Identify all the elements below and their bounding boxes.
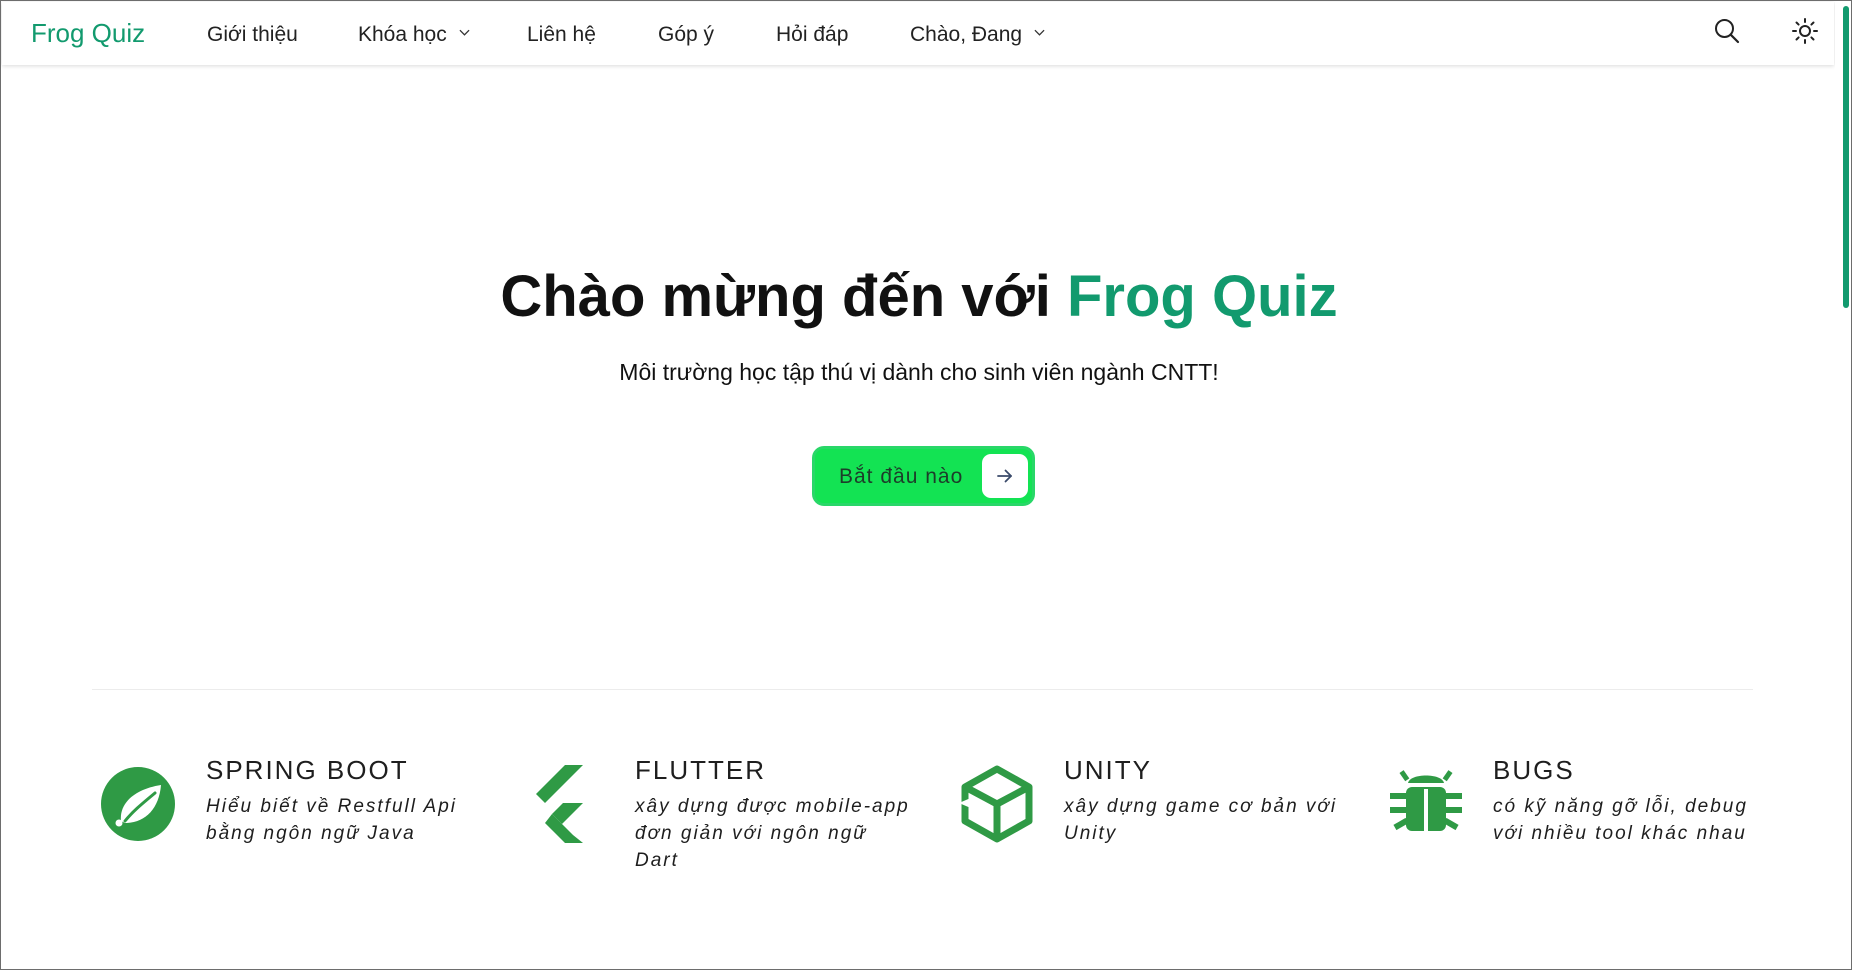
spring-leaf-icon <box>101 767 175 841</box>
nav-item-label: Chào, Đang <box>910 23 1023 46</box>
brand-logo-link[interactable]: Frog Quiz <box>31 18 145 49</box>
feature-title: SPRING BOOT <box>206 755 409 785</box>
nav-item-khoa-hoc[interactable]: Khóa học <box>358 23 470 47</box>
nav-item-gioi-thieu[interactable]: Giới thiệu <box>207 23 298 47</box>
hero-subtitle: Môi trường học tập thú vị dành cho sinh … <box>619 359 1219 385</box>
sun-icon[interactable] <box>1790 16 1820 46</box>
top-navbar: Frog Quiz Giới thiệu Khóa học Liên hệ Gó… <box>2 2 1834 65</box>
hero-title: Chào mừng đến với Frog Quiz <box>1 263 1837 330</box>
feature-title: UNITY <box>1064 755 1152 785</box>
feature-description: xây dựng được mobile-app đơn giản với ng… <box>635 796 910 871</box>
nav-item-lien-he[interactable]: Liên hệ <box>527 23 596 47</box>
browser-viewport: Frog Quiz Giới thiệu Khóa học Liên hệ Gó… <box>0 0 1852 970</box>
feature-title: FLUTTER <box>635 755 766 785</box>
scrollbar-thumb[interactable] <box>1843 6 1849 308</box>
chevron-down-icon <box>459 29 470 36</box>
nav-item-user-menu[interactable]: Chào, Đang <box>910 23 1045 47</box>
search-icon[interactable] <box>1712 16 1742 46</box>
nav-item-label: Góp ý <box>658 23 715 46</box>
section-divider <box>92 689 1753 690</box>
page-scrollbar[interactable] <box>1835 2 1851 969</box>
hero-title-accent: Frog Quiz <box>1066 264 1338 329</box>
hero-title-prefix: Chào mừng đến với <box>500 264 1067 329</box>
start-button-label: Bắt đầu nào <box>839 465 964 488</box>
feature-description: Hiểu biết về Restfull Api bằng ngôn ngữ … <box>206 796 458 844</box>
feature-description: xây dựng game cơ bản với Unity <box>1064 796 1338 844</box>
feature-title: BUGS <box>1493 755 1575 785</box>
flutter-icon <box>536 765 583 843</box>
nav-item-label: Liên hệ <box>527 23 596 46</box>
chevron-down-icon <box>1034 29 1045 36</box>
feature-description: có kỹ năng gỡ lỗi, debug với nhiều tool … <box>1493 796 1748 844</box>
nav-item-label: Hỏi đáp <box>776 23 849 46</box>
arrow-right-icon <box>982 454 1028 498</box>
nav-item-label: Khóa học <box>358 23 447 46</box>
nav-item-hoi-dap[interactable]: Hỏi đáp <box>776 23 848 47</box>
nav-item-label: Giới thiệu <box>207 23 298 46</box>
nav-item-gop-y[interactable]: Góp ý <box>658 23 714 47</box>
bug-icon <box>1390 770 1462 831</box>
start-button[interactable]: Bắt đầu nào <box>812 446 1035 506</box>
unity-icon <box>959 765 1033 843</box>
